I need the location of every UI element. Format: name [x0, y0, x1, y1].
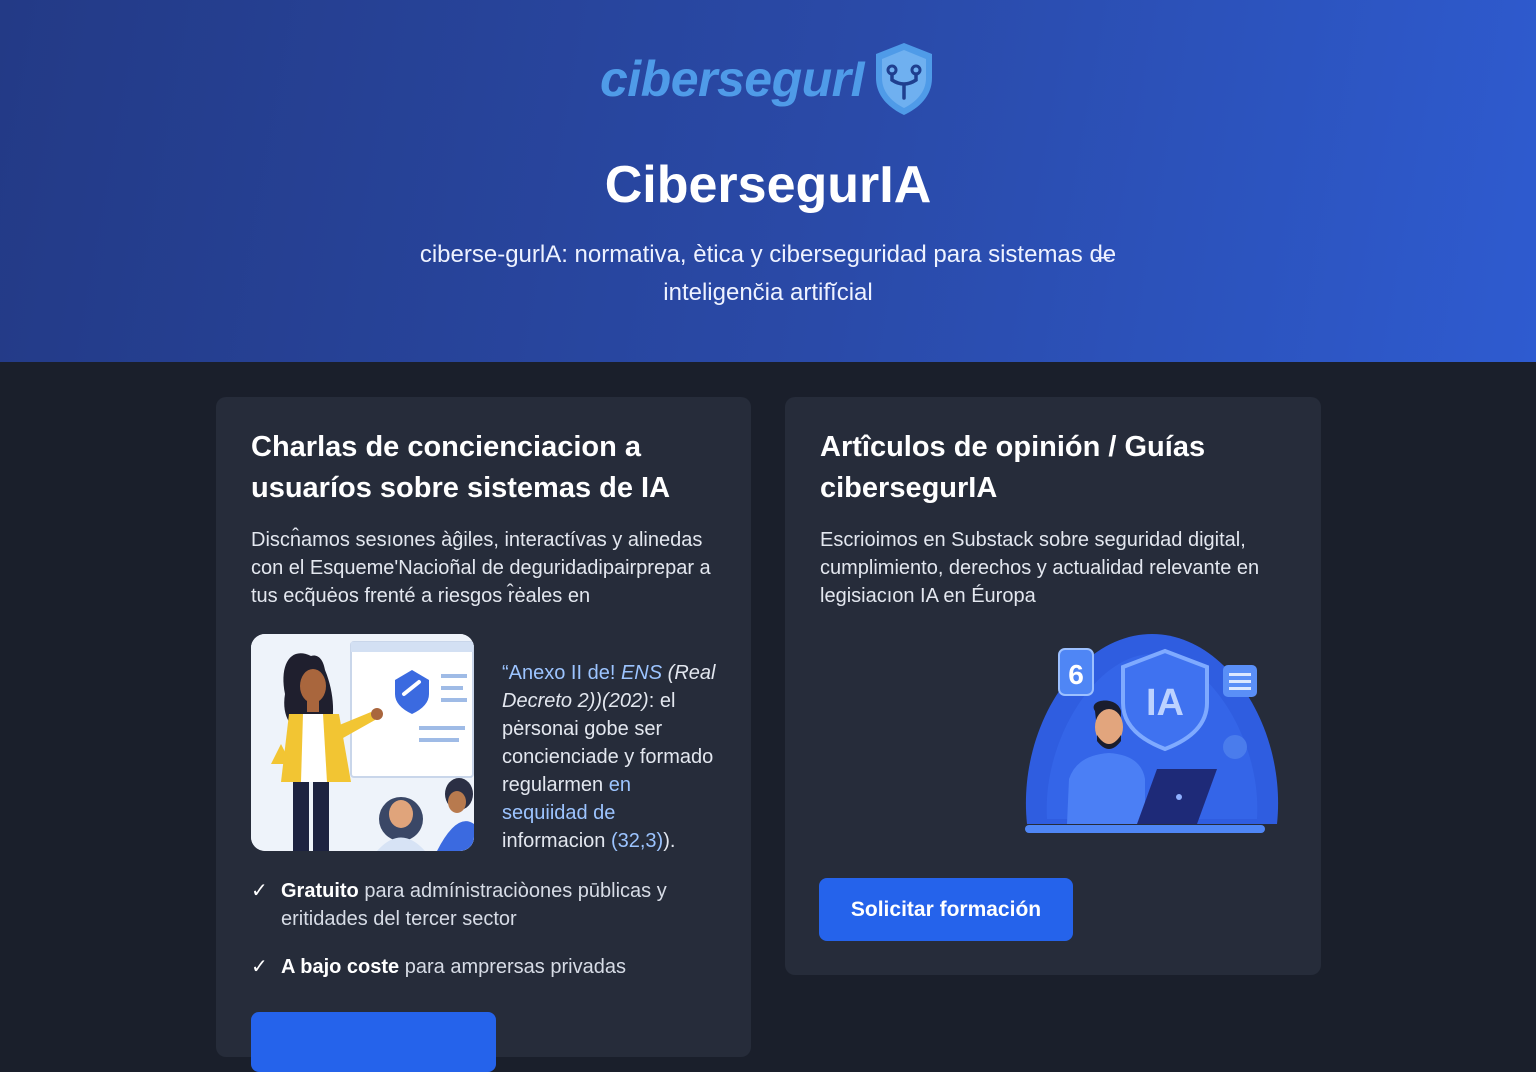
logo-wordmark: cibersegurI	[599, 51, 865, 107]
page-subtitle: ciberse-gurlA: normativa, ètica y cibers…	[419, 241, 1117, 306]
list-item: ✓ A bajo coste para amprersas privadas	[251, 953, 721, 981]
page-title: CibersegurIA	[604, 156, 932, 214]
svg-text:IA: IA	[1146, 682, 1184, 724]
shield-logo-icon	[876, 43, 933, 115]
card-opinion-articles: Artîculos de opinión / Guías cibersegurI…	[785, 397, 1321, 975]
security-analyst-illustration: 6 IA	[1017, 629, 1287, 839]
request-training-button[interactable]: Solicitar formación	[819, 878, 1073, 941]
card-cta-button[interactable]	[251, 1012, 496, 1072]
hero-banner: cibersegurI CibersegurIA ciberse-gurlA: …	[0, 0, 1536, 362]
check-icon: ✓	[251, 880, 268, 902]
card-title: Artîculos de opinión / Guías cibersegurI…	[820, 431, 1206, 504]
check-icon: ✓	[251, 956, 268, 978]
svg-text:6: 6	[1068, 659, 1084, 690]
logo[interactable]: cibersegurI	[0, 40, 1536, 118]
list-item: ✓ Gratuito para admínistraciòones pūblic…	[251, 877, 721, 933]
card-description: Discn̂amos sesıones àĝiles, interactívas…	[251, 529, 711, 607]
card-title: Charlas de concienciacion a usuaríos sob…	[251, 431, 671, 504]
card-awareness-talks: Charlas de concienciacion a usuaríos sob…	[216, 397, 751, 1072]
presenter-illustration	[251, 634, 474, 851]
card-description: Escrioimos en Substack sobre seguridad d…	[820, 529, 1260, 607]
ens-quote: “Anexo II de! ENS (Real Decreto 2))(202)…	[502, 662, 716, 852]
